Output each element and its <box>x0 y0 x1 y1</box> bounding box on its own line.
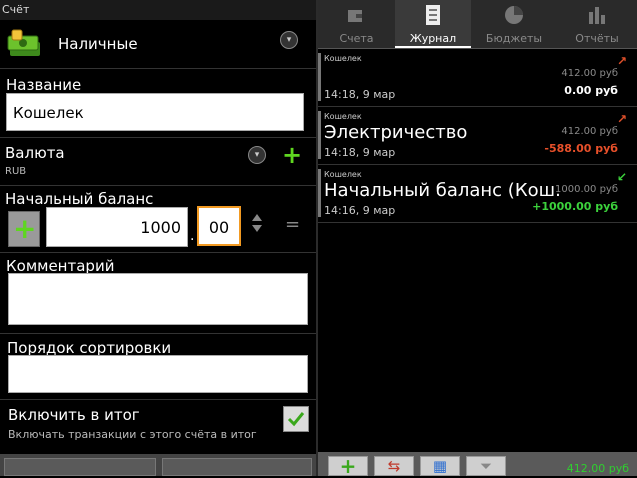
currency-label: Валюта <box>5 144 65 162</box>
sort-order-field[interactable] <box>8 355 308 393</box>
divider <box>0 185 318 186</box>
currency-dropdown-icon[interactable]: ▾ <box>248 146 266 164</box>
journal-icon <box>426 5 440 25</box>
transaction-title: Начальный баланс (Кош. <box>324 180 561 201</box>
transaction-balance: 412.00 руб <box>561 68 618 79</box>
expense-arrow-icon: ↗ <box>616 112 627 126</box>
balance-decimal-field[interactable]: 00 <box>197 206 241 246</box>
transaction-title: Электричество <box>324 122 468 143</box>
tab-accounts-label: Счета <box>339 32 374 45</box>
decimal-separator: . <box>190 228 195 244</box>
wallet-icon <box>348 10 362 22</box>
transaction-account: Кошелек <box>324 54 362 63</box>
tab-budgets-label: Бюджеты <box>485 32 543 45</box>
account-stripe <box>318 53 321 101</box>
include-total-checkbox[interactable] <box>283 406 309 432</box>
tab-journal[interactable]: Журнал <box>395 0 471 48</box>
tab-accounts[interactable]: Счета <box>318 0 395 48</box>
bar-chart-icon <box>589 7 605 24</box>
transaction-time: 14:18, 9 мар <box>324 88 396 101</box>
account-stripe <box>318 111 321 159</box>
balance-stepper[interactable] <box>250 214 264 236</box>
name-field-value: Кошелек <box>13 104 84 122</box>
transaction-balance: 412.00 руб <box>561 126 618 137</box>
comment-field[interactable] <box>8 273 308 325</box>
tab-separator <box>318 48 637 49</box>
tab-reports-label: Отчёты <box>575 32 619 45</box>
transaction-account: Кошелек <box>324 112 362 121</box>
transaction-amount: -588.00 руб <box>544 142 618 155</box>
balance-integer-field[interactable]: 1000 <box>46 207 188 247</box>
include-total-hint: Включать транзакции с этого счёта в итог <box>8 428 257 441</box>
transaction-time: 14:18, 9 мар <box>324 146 396 159</box>
balance-calc-button[interactable]: + <box>8 211 40 247</box>
pie-chart-icon <box>505 6 523 24</box>
transaction-item[interactable]: Кошелек Электричество 14:18, 9 мар ↗ 412… <box>318 109 637 165</box>
transaction-balance: 1000.00 руб <box>555 184 618 195</box>
money-icon <box>7 29 40 56</box>
action-button-right[interactable] <box>162 458 312 476</box>
divider <box>0 252 318 253</box>
name-field[interactable]: Кошелек <box>6 93 304 131</box>
tab-reports[interactable]: Отчёты <box>557 0 637 48</box>
plus-icon: + <box>13 212 37 245</box>
templates-icon[interactable]: ▦ <box>420 456 460 476</box>
journal-pane: Счета Журнал Бюджеты Отчёты Кошелек 14:1… <box>318 0 637 476</box>
transaction-account: Кошелек <box>324 170 362 179</box>
tab-bar: Счета Журнал Бюджеты Отчёты <box>318 0 637 48</box>
transaction-time: 14:16, 9 мар <box>324 204 396 217</box>
arrow-up-icon <box>252 214 262 221</box>
account-type-selector[interactable]: Наличные ▾ <box>0 22 318 68</box>
balance-decimal-value: 00 <box>208 218 230 237</box>
equals-button[interactable]: = <box>285 214 300 235</box>
window-title: Счёт <box>0 0 318 20</box>
divider <box>0 333 318 334</box>
divider <box>0 137 318 138</box>
initial-balance-label: Начальный баланс <box>5 190 154 208</box>
transaction-item[interactable]: Кошелек 14:18, 9 мар ↗ 412.00 руб 0.00 р… <box>318 51 637 107</box>
transaction-amount: 0.00 руб <box>564 84 618 97</box>
balance-integer-value: 1000 <box>140 218 181 237</box>
account-stripe <box>318 169 321 217</box>
expense-arrow-icon: ↗ <box>616 54 627 68</box>
account-type-label: Наличные <box>58 35 138 53</box>
add-transaction-button[interactable]: + <box>328 456 368 476</box>
action-button-left[interactable] <box>4 458 156 476</box>
currency-code: RUB <box>5 166 27 177</box>
arrow-down-icon <box>252 225 262 232</box>
divider <box>0 399 318 400</box>
transfer-icon[interactable]: ⇆ <box>374 456 414 476</box>
tab-budgets[interactable]: Бюджеты <box>471 0 557 48</box>
name-label: Название <box>6 76 82 94</box>
filter-icon[interactable]: ⏷ <box>466 456 506 476</box>
tab-journal-label: Журнал <box>409 32 457 45</box>
transaction-item[interactable]: Кошелек Начальный баланс (Кош. 14:16, 9 … <box>318 167 637 223</box>
total-balance: 412.00 руб <box>566 462 629 475</box>
include-total-label: Включить в итог <box>8 406 140 424</box>
add-currency-button[interactable]: + <box>282 143 302 167</box>
chevron-down-icon[interactable]: ▾ <box>280 31 298 49</box>
transaction-amount: +1000.00 руб <box>532 200 618 213</box>
check-icon <box>287 412 305 427</box>
income-arrow-icon: ↙ <box>616 170 627 184</box>
divider <box>0 68 318 69</box>
account-editor-pane: Счёт Наличные ▾ Название Кошелек Валюта … <box>0 0 318 476</box>
